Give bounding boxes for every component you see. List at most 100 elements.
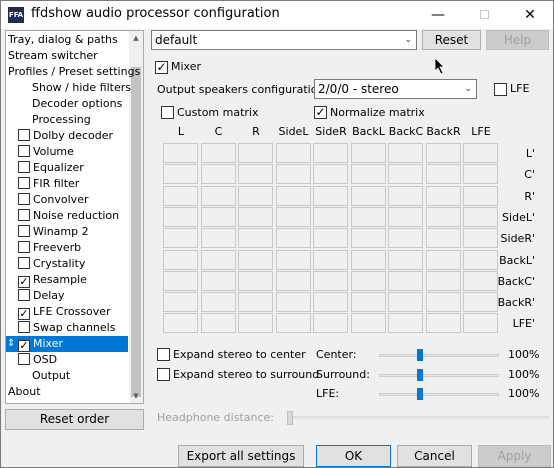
mixer-checkbox[interactable]: ✓ (155, 61, 168, 74)
export-settings-button[interactable]: Export all settings (178, 445, 304, 467)
matrix-cell[interactable] (238, 292, 273, 313)
tree-item[interactable]: Volume (6, 144, 130, 160)
matrix-cell[interactable] (200, 313, 236, 334)
tree-item-checkbox[interactable] (18, 177, 30, 189)
tree-item[interactable]: Stream switcher (6, 48, 130, 64)
matrix-cell[interactable] (463, 143, 498, 163)
matrix-cell[interactable] (200, 292, 236, 313)
tree-item-checkbox[interactable] (18, 289, 30, 301)
matrix-cell[interactable] (200, 143, 236, 163)
minimize-button[interactable]: — (415, 1, 461, 29)
tree-item[interactable]: Output (6, 368, 130, 384)
matrix-cell[interactable] (425, 313, 461, 334)
settings-tree[interactable]: ▲ ▼ Tray, dialog & paths Stream switcher P… (5, 30, 144, 404)
matrix-cell[interactable] (275, 206, 311, 227)
tree-item-checkbox[interactable] (18, 161, 30, 173)
tree-item-checkbox[interactable] (18, 353, 30, 365)
matrix-cell[interactable] (388, 185, 423, 206)
slider-thumb[interactable] (417, 388, 423, 400)
matrix-cell[interactable] (275, 249, 311, 270)
matrix-cell[interactable] (425, 143, 461, 163)
matrix-cell[interactable] (388, 249, 423, 270)
speakers-config-select[interactable]: 2/0/0 - stereo ⌄ (314, 79, 477, 99)
tree-item[interactable]: Swap channels (6, 320, 130, 336)
expand-center-checkbox[interactable] (157, 348, 170, 361)
matrix-cell[interactable] (350, 313, 386, 334)
matrix-cell[interactable] (163, 270, 198, 291)
matrix-cell[interactable] (313, 228, 348, 249)
tree-item[interactable]: ✓ Resample (6, 272, 130, 288)
matrix-cell[interactable] (313, 292, 348, 313)
slider-thumb[interactable] (417, 369, 423, 381)
matrix-cell[interactable] (275, 292, 311, 313)
tree-item[interactable]: Equalizer (6, 160, 130, 176)
scroll-up-icon[interactable]: ▲ (129, 31, 143, 45)
tree-item[interactable]: Crystality (6, 256, 130, 272)
tree-item[interactable]: Show / hide filters (6, 80, 131, 96)
custom-matrix-checkbox[interactable] (161, 106, 174, 119)
matrix-cell[interactable] (238, 143, 273, 163)
matrix-cell[interactable] (425, 164, 461, 185)
tree-item-checkbox[interactable] (18, 225, 30, 237)
matrix-cell[interactable] (313, 206, 348, 227)
matrix-cell[interactable] (275, 143, 311, 163)
tree-item-checkbox[interactable] (18, 193, 30, 205)
matrix-cell[interactable] (163, 206, 198, 227)
lfe-checkbox[interactable] (494, 83, 507, 96)
matrix-cell[interactable] (200, 206, 236, 227)
close-button[interactable]: ✕ (507, 1, 553, 29)
tree-item[interactable]: FIR filter (6, 176, 130, 192)
matrix-cell[interactable] (463, 164, 498, 185)
tree-item-checkbox[interactable]: ✓ (18, 276, 30, 288)
matrix-cell[interactable] (163, 313, 198, 334)
matrix-cell[interactable] (425, 249, 461, 270)
reset-button[interactable]: Reset (422, 30, 481, 50)
tree-item[interactable]: Convolver (6, 192, 130, 208)
matrix-cell[interactable] (200, 185, 236, 206)
matrix-cell[interactable] (350, 164, 386, 185)
matrix-cell[interactable] (350, 292, 386, 313)
scroll-down-icon[interactable]: ▼ (129, 389, 143, 403)
matrix-cell[interactable] (388, 313, 423, 334)
matrix-cell[interactable] (388, 270, 423, 291)
matrix-cell[interactable] (313, 270, 348, 291)
matrix-cell[interactable] (275, 270, 311, 291)
matrix-cell[interactable] (350, 143, 386, 163)
matrix-cell[interactable] (388, 164, 423, 185)
apply-button[interactable]: Apply (478, 445, 551, 467)
tree-scrollbar[interactable]: ▲ ▼ (129, 31, 143, 403)
matrix-cell[interactable] (200, 164, 236, 185)
matrix-cell[interactable] (463, 185, 498, 206)
matrix-cell[interactable] (238, 270, 273, 291)
help-button[interactable]: Help (486, 30, 549, 50)
tree-item[interactable]: Freeverb (6, 240, 130, 256)
matrix-cell[interactable] (200, 228, 236, 249)
reset-order-button[interactable]: Reset order (5, 409, 144, 430)
matrix-cell[interactable] (463, 313, 498, 334)
matrix-cell[interactable] (350, 206, 386, 227)
tree-item-checkbox[interactable] (18, 209, 30, 221)
matrix-cell[interactable] (350, 249, 386, 270)
tree-item[interactable]: Winamp 2 (6, 224, 130, 240)
matrix-cell[interactable] (163, 143, 198, 163)
tree-item[interactable]: OSD (6, 352, 130, 368)
tree-item[interactable]: Profiles / Preset settings (6, 64, 140, 80)
matrix-cell[interactable] (425, 206, 461, 227)
tree-item[interactable]: Decoder options (6, 96, 130, 112)
matrix-cell[interactable] (463, 292, 498, 313)
matrix-cell[interactable] (238, 228, 273, 249)
maximize-button[interactable] (461, 1, 507, 29)
tree-item[interactable]: Tray, dialog & paths (6, 32, 130, 48)
ok-button[interactable]: OK (316, 445, 391, 467)
tree-item[interactable]: Dolby decoder (6, 128, 130, 144)
matrix-cell[interactable] (275, 185, 311, 206)
tree-item-checkbox[interactable] (18, 257, 30, 269)
matrix-cell[interactable] (275, 313, 311, 334)
matrix-cell[interactable] (313, 249, 348, 270)
tree-item-checkbox[interactable] (18, 241, 30, 253)
matrix-cell[interactable] (463, 249, 498, 270)
matrix-cell[interactable] (425, 228, 461, 249)
matrix-cell[interactable] (350, 270, 386, 291)
matrix-cell[interactable] (313, 313, 348, 334)
matrix-cell[interactable] (200, 249, 236, 270)
